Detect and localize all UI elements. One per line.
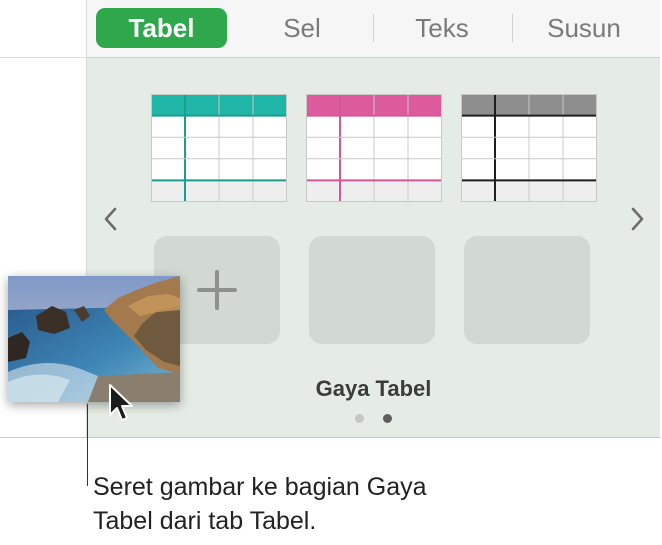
table-style-1[interactable] [151,94,287,202]
tab-separator [512,14,513,42]
sidebar-header [0,0,86,58]
tab-teks[interactable]: Teks [377,8,507,48]
format-tab-bar: Tabel Sel Teks Susun [87,0,660,58]
tab-separator [373,14,374,42]
pointer-cursor-icon [108,383,138,432]
caption-line-2: Tabel dari tab Tabel. [93,507,317,535]
custom-style-slot-empty[interactable] [309,236,435,344]
tab-tabel[interactable]: Tabel [96,8,227,48]
table-style-2[interactable] [306,94,442,202]
dragged-image-thumbnail[interactable] [8,276,180,402]
table-style-3[interactable] [461,94,597,202]
callout-caption: Seret gambar ke bagian Gaya Tabel dari t… [93,470,513,538]
tab-susun[interactable]: Susun [517,8,651,48]
chevron-right-icon[interactable] [625,204,649,234]
caption-line-1: Seret gambar ke bagian Gaya [93,473,427,501]
page-dot-1[interactable] [355,414,364,423]
custom-style-slot-empty[interactable] [464,236,590,344]
callout-line [87,404,88,486]
page-dot-2[interactable] [383,414,392,423]
tab-sel[interactable]: Sel [237,8,367,48]
chevron-left-icon[interactable] [99,204,123,234]
